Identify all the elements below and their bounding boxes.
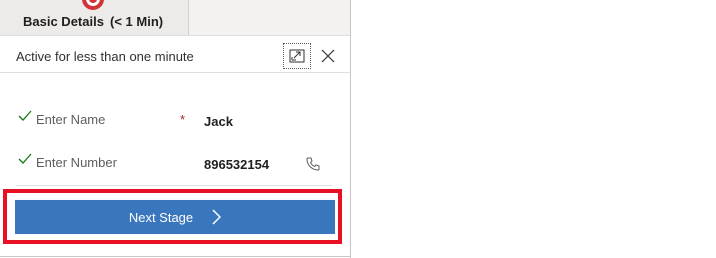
required-indicator: * <box>180 112 186 127</box>
name-field-value[interactable]: Jack <box>204 114 233 129</box>
stage-status-text: Active for less than one minute <box>16 49 194 64</box>
stage-marker-icon <box>82 0 104 10</box>
stage-title: Basic Details <box>23 14 104 29</box>
phone-icon[interactable] <box>305 156 321 172</box>
close-icon <box>321 49 335 63</box>
checkmark-icon <box>18 153 32 164</box>
number-field-value[interactable]: 896532154 <box>204 157 269 172</box>
expand-button[interactable] <box>283 43 311 69</box>
next-stage-button[interactable]: Next Stage <box>15 200 335 234</box>
number-field-label: Enter Number <box>36 155 117 170</box>
field-row-name: Enter Name * Jack <box>16 100 332 142</box>
stage-tab-bar: Basic Details (< 1 Min) <box>0 0 350 36</box>
close-button[interactable] <box>316 44 340 68</box>
next-stage-label: Next Stage <box>128 209 194 225</box>
stage-tab-basic-details[interactable]: Basic Details (< 1 Min) <box>0 0 189 35</box>
stage-status-row: Active for less than one minute <box>0 36 350 73</box>
expand-icon <box>289 49 305 63</box>
stage-flyout-panel: Basic Details (< 1 Min) Active for less … <box>0 0 351 258</box>
field-row-number: Enter Number 896532154 <box>16 143 332 186</box>
panel-bottom-divider <box>0 256 350 257</box>
name-field-label: Enter Name <box>36 112 106 127</box>
stage-duration: (< 1 Min) <box>110 14 164 29</box>
checkmark-icon <box>18 110 32 121</box>
chevron-right-icon <box>212 209 222 225</box>
